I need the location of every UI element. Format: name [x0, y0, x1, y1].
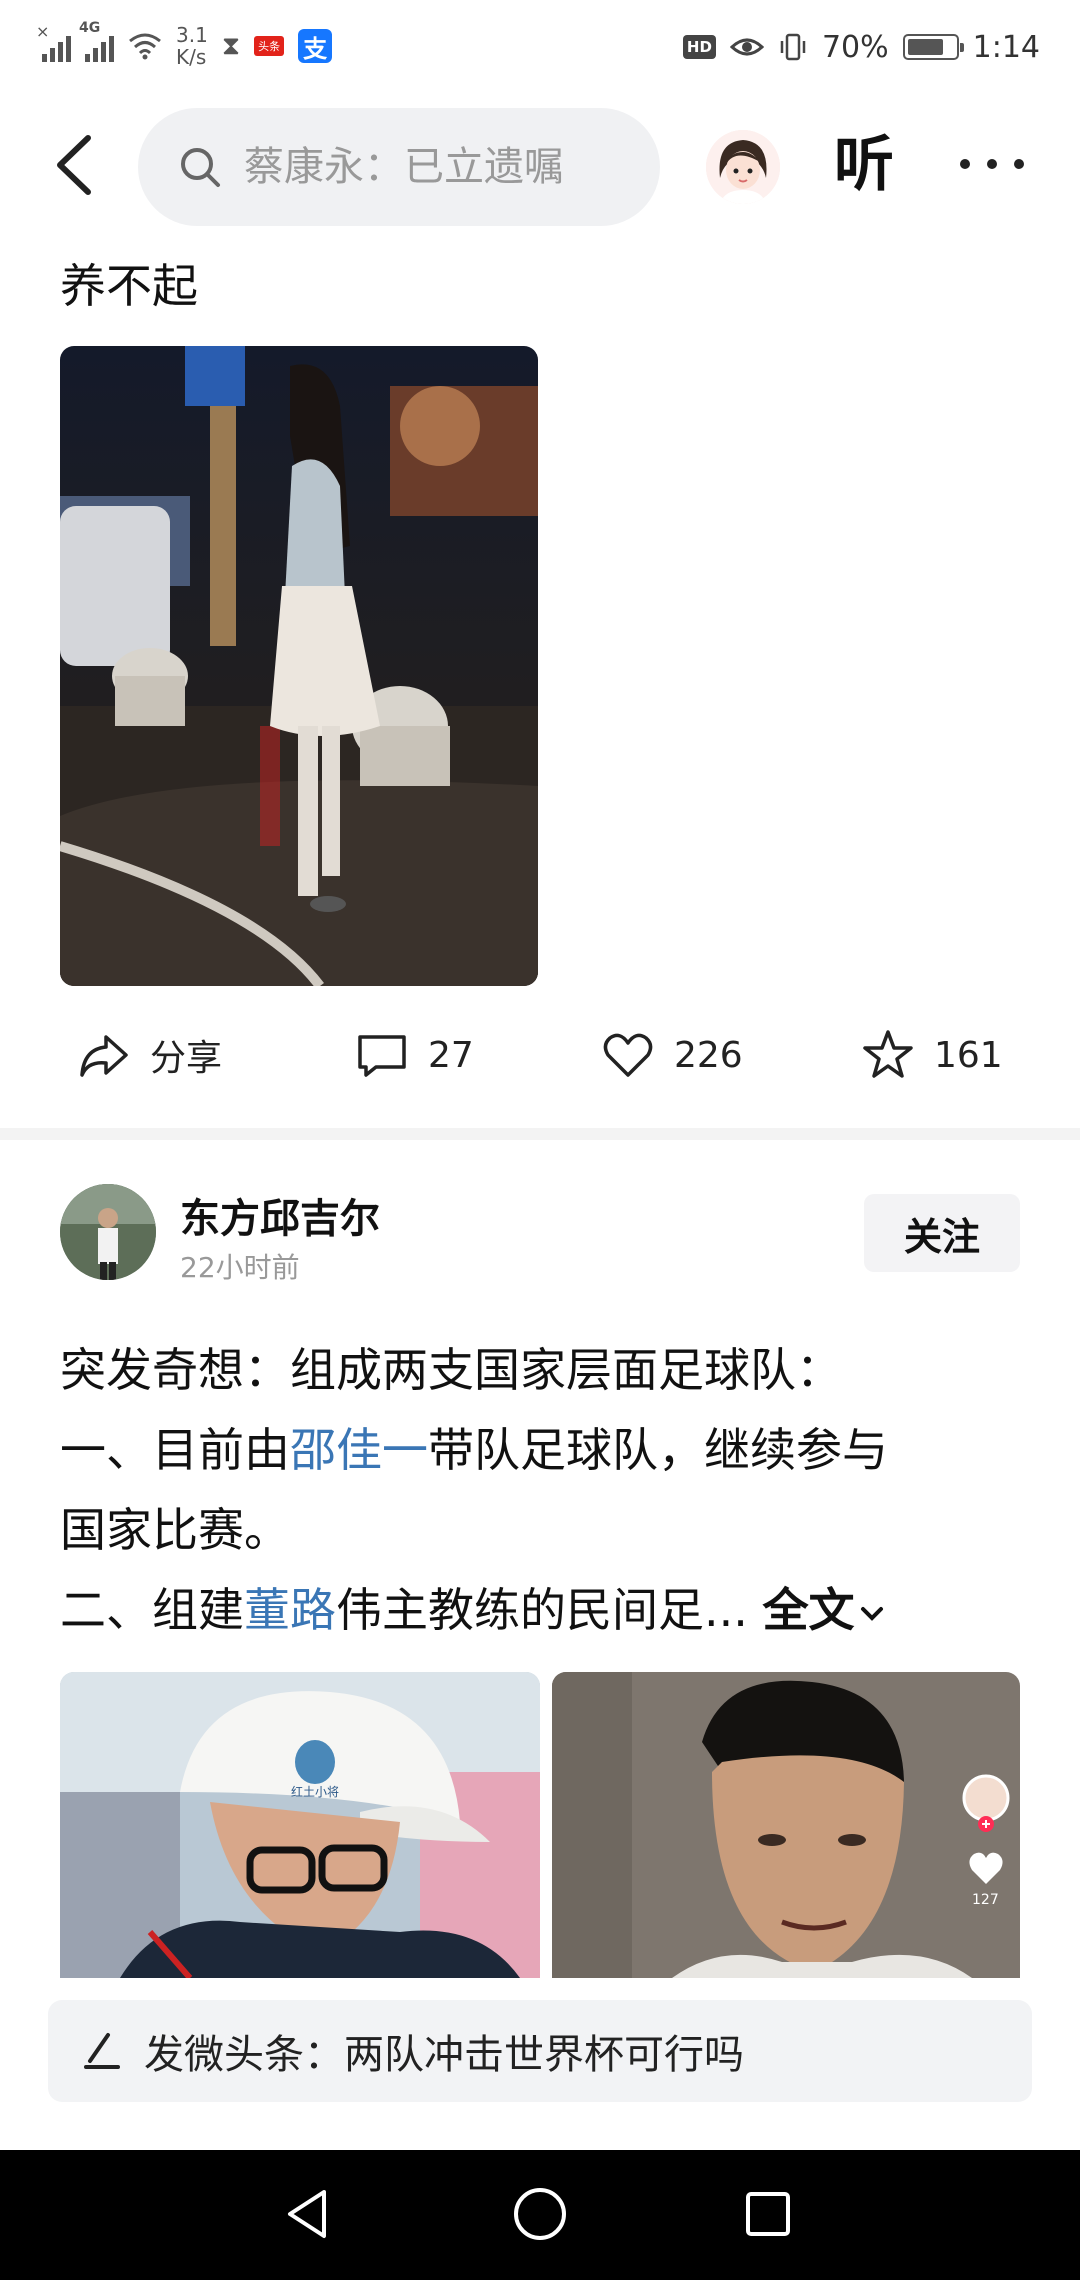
top-bar: 听 [0, 100, 1080, 230]
chevron-down-icon [860, 1606, 883, 1621]
video-like-count: 127 [972, 1892, 999, 1908]
post-line: 一、目前由邵佳一带队足球队，继续参与 [60, 1423, 888, 1477]
hd-badge: HD [682, 35, 716, 59]
more-options-icon[interactable] [960, 144, 1024, 184]
share-icon [80, 1035, 128, 1077]
post-body[interactable]: 突发奇想：组成两支国家层面足球队： 一、目前由邵佳一带队足球队，继续参与 国家比… [60, 1330, 1020, 1650]
cartoon-girl-icon [706, 130, 780, 204]
back-arrow-icon [57, 135, 91, 195]
share-label: 分享 [150, 1038, 223, 1079]
man-in-cap-photo: 红土小将 [60, 1672, 540, 1978]
vibrate-icon [780, 33, 806, 61]
share-button[interactable]: 分享 [76, 1000, 222, 1110]
heart-icon [603, 1033, 653, 1077]
search-box[interactable] [138, 108, 660, 226]
star-icon [863, 1030, 913, 1078]
signal-icon: × [36, 22, 71, 62]
post-action-bar: 分享 27 226 161 [0, 1000, 1080, 1110]
clock: 1:14 [972, 29, 1040, 65]
search-input[interactable] [242, 143, 642, 191]
night-street-photo [60, 346, 538, 986]
post-line: 突发奇想：组成两支国家层面足球队： [60, 1343, 842, 1397]
search-icon [181, 148, 220, 187]
expand-full-text[interactable]: 全文 [763, 1583, 889, 1637]
nav-back-icon[interactable] [276, 2182, 340, 2246]
toutiao-app-icon: 头条 [254, 36, 285, 56]
author-name[interactable]: 东方邱吉尔 [180, 1186, 380, 1244]
man-video-still [552, 1672, 1020, 1978]
back-button[interactable] [48, 130, 108, 200]
favorite-count: 161 [934, 1034, 1003, 1076]
post-photo[interactable] [60, 346, 538, 986]
cap-logo-text: 红土小将 [291, 1784, 339, 1799]
feed-divider [0, 1128, 1080, 1140]
comment-button[interactable]: 27 [354, 1000, 474, 1110]
post-image[interactable]: 127 [552, 1672, 1020, 1978]
author-photo [60, 1184, 156, 1280]
comment-icon [358, 1035, 406, 1077]
eye-comfort-icon [729, 38, 764, 56]
like-count: 226 [674, 1034, 743, 1076]
post-time: 22小时前 [180, 1251, 300, 1284]
post-text[interactable]: 养不起 [60, 250, 198, 316]
battery-icon [902, 34, 964, 60]
post-line: 国家比赛。 [60, 1503, 290, 1557]
ai-assistant-avatar[interactable] [706, 130, 780, 204]
compose-bar[interactable]: 发微头条：两队冲击世界杯可行吗 [48, 2000, 1032, 2102]
alipay-icon: 支 [298, 29, 333, 63]
wifi-icon [129, 33, 161, 60]
favorite-button[interactable]: 161 [860, 1000, 1003, 1110]
listen-button[interactable]: 听 [834, 130, 894, 200]
nav-recents-icon[interactable] [736, 2182, 800, 2246]
follow-button[interactable]: 关注 [864, 1194, 1020, 1272]
system-nav-bar [0, 2150, 1080, 2280]
signal-4g-icon: 4G [79, 20, 114, 62]
author-avatar[interactable] [60, 1184, 156, 1280]
network-speed: 3.1 K/s [176, 23, 208, 69]
post-image[interactable]: 红土小将 [60, 1672, 540, 1978]
pen-icon [84, 2033, 120, 2069]
creator-avatar[interactable] [962, 1774, 1010, 1822]
mention-link[interactable]: 董路 [244, 1583, 336, 1637]
battery-percent: 70% [821, 29, 889, 65]
status-bar: × 4G 3.1 K/s ⧗ 头条 支 HD 70% 1:14 [0, 0, 1080, 92]
hourglass-icon: ⧗ [221, 30, 241, 61]
nav-home-icon[interactable] [508, 2182, 572, 2246]
mention-link[interactable]: 邵佳一 [290, 1423, 428, 1477]
post-line: 二、组建董路伟主教练的民间足... 全文 [60, 1570, 1020, 1650]
comment-count: 27 [428, 1034, 474, 1076]
like-button[interactable]: 226 [600, 1000, 743, 1110]
compose-prompt: 发微头条：两队冲击世界杯可行吗 [144, 2032, 744, 2078]
